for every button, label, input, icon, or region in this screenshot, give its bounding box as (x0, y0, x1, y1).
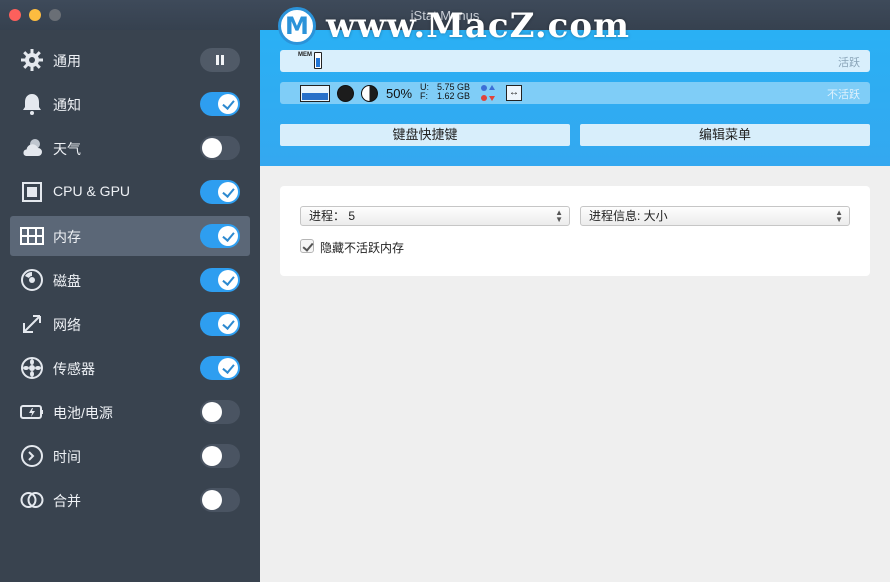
memory-settings-card: 进程： 5 ▲ ▼ 进程信息: 大小 ▲ ▼ 隐藏不活跃内存 (280, 186, 870, 276)
sensors-toggle[interactable] (200, 356, 240, 380)
memory-pie-item[interactable] (337, 85, 354, 102)
process-info-value: 进程信息: 大小 (589, 209, 668, 223)
sidebar-item-combined[interactable]: 合并 (10, 480, 250, 520)
used-free-labels: U: F: (420, 83, 429, 101)
sidebar-item-general[interactable]: 通用 (10, 40, 250, 80)
time-toggle[interactable] (200, 444, 240, 468)
bell-icon (20, 92, 44, 116)
inactive-label: 不活跃 (827, 89, 860, 101)
memory-percent[interactable]: 50% (386, 86, 412, 101)
sidebar-item-battery[interactable]: 电池/电源 (10, 392, 250, 432)
sidebar-item-weather[interactable]: 天气 (10, 128, 250, 168)
sidebar-item-label: 合并 (53, 493, 81, 509)
sidebar-item-label: 电池/电源 (53, 405, 113, 421)
sidebar-item-label: 网络 (53, 317, 81, 333)
active-menubar-strip[interactable]: MEM 活跃 (280, 50, 870, 72)
memory-graph-item[interactable] (300, 85, 330, 102)
free-label: F: (420, 91, 428, 101)
chevron-updown-icon: ▲ ▼ (835, 208, 843, 224)
inactive-menubar-strip[interactable]: 50% U: F: 5.75 GB 1.62 GB ↔ 不活跃 (280, 82, 870, 104)
mem-vertical-label: MEM (298, 52, 312, 58)
cpu-gpu-toggle[interactable] (200, 180, 240, 204)
cpu-chip-icon (20, 180, 44, 204)
sidebar-item-label: 天气 (53, 141, 81, 157)
memory-half-pie-item[interactable] (361, 85, 378, 102)
watermark-text: www.MacZ.com (326, 6, 631, 46)
sidebar-item-disk[interactable]: 磁盘 (10, 260, 250, 300)
pressure-arrows-icon[interactable]: ↔ (506, 85, 522, 101)
process-count-select[interactable]: 进程： 5 ▲ ▼ (300, 206, 570, 226)
sidebar-item-label: 通知 (53, 97, 81, 113)
battery-icon (20, 400, 44, 424)
network-arrows-icon (20, 312, 44, 336)
sidebar-item-time[interactable]: 时间 (10, 436, 250, 476)
active-label: 活跃 (838, 57, 860, 69)
disk-toggle[interactable] (200, 268, 240, 292)
sidebar-item-label: 传感器 (53, 361, 95, 377)
used-free-values[interactable]: 5.75 GB 1.62 GB (437, 83, 470, 101)
sidebar-item-sensors[interactable]: 传感器 (10, 348, 250, 388)
sidebar-item-label: 磁盘 (53, 273, 81, 289)
chevron-updown-icon: ▲ ▼ (555, 208, 563, 224)
hide-inactive-memory-checkbox[interactable] (300, 239, 314, 253)
pause-button[interactable] (200, 48, 240, 72)
sidebar-item-label: CPU & GPU (53, 183, 131, 199)
watermark-logo: M (278, 7, 316, 45)
sensor-fan-icon (20, 356, 44, 380)
app-window: iStat Menus 通用 通知 天气 CPU & GPU 内存 磁盘 网络 … (0, 0, 890, 582)
sidebar-item-notifications[interactable]: 通知 (10, 84, 250, 124)
menubar-preview-panel: MEM 活跃 50% U: F: 5.75 GB 1.62 GB ↔ 不活跃 键… (260, 30, 890, 166)
gear-icon (20, 48, 44, 72)
sidebar-item-label: 通用 (53, 53, 81, 69)
battery-toggle[interactable] (200, 400, 240, 424)
process-count-value: 进程： 5 (309, 209, 356, 223)
swap-indicator-icon[interactable] (480, 83, 500, 103)
combined-toggle[interactable] (200, 488, 240, 512)
sidebar-item-network[interactable]: 网络 (10, 304, 250, 344)
sidebar-item-memory[interactable]: 内存 (10, 216, 250, 256)
memory-bar-item[interactable] (314, 52, 322, 69)
memory-toggle[interactable] (200, 224, 240, 248)
combine-circles-icon (20, 488, 44, 512)
weather-toggle[interactable] (200, 136, 240, 160)
network-toggle[interactable] (200, 312, 240, 336)
sidebar-item-label: 内存 (53, 229, 81, 245)
sidebar: 通用 通知 天气 CPU & GPU 内存 磁盘 网络 传感器 电池/电源 时间… (0, 30, 260, 582)
edit-menu-button[interactable]: 编辑菜单 (580, 124, 870, 146)
sidebar-item-label: 时间 (53, 449, 81, 465)
keyboard-shortcuts-button[interactable]: 键盘快捷键 (280, 124, 570, 146)
cloud-sun-icon (20, 136, 44, 160)
memory-icon (20, 224, 44, 248)
sidebar-item-cpu-gpu[interactable]: CPU & GPU (10, 172, 250, 212)
notifications-toggle[interactable] (200, 92, 240, 116)
free-value: 1.62 GB (437, 91, 471, 101)
clock-icon (20, 444, 44, 468)
process-info-select[interactable]: 进程信息: 大小 ▲ ▼ (580, 206, 850, 226)
disk-icon (20, 268, 44, 292)
hide-inactive-memory-label: 隐藏不活跃内存 (320, 241, 405, 255)
